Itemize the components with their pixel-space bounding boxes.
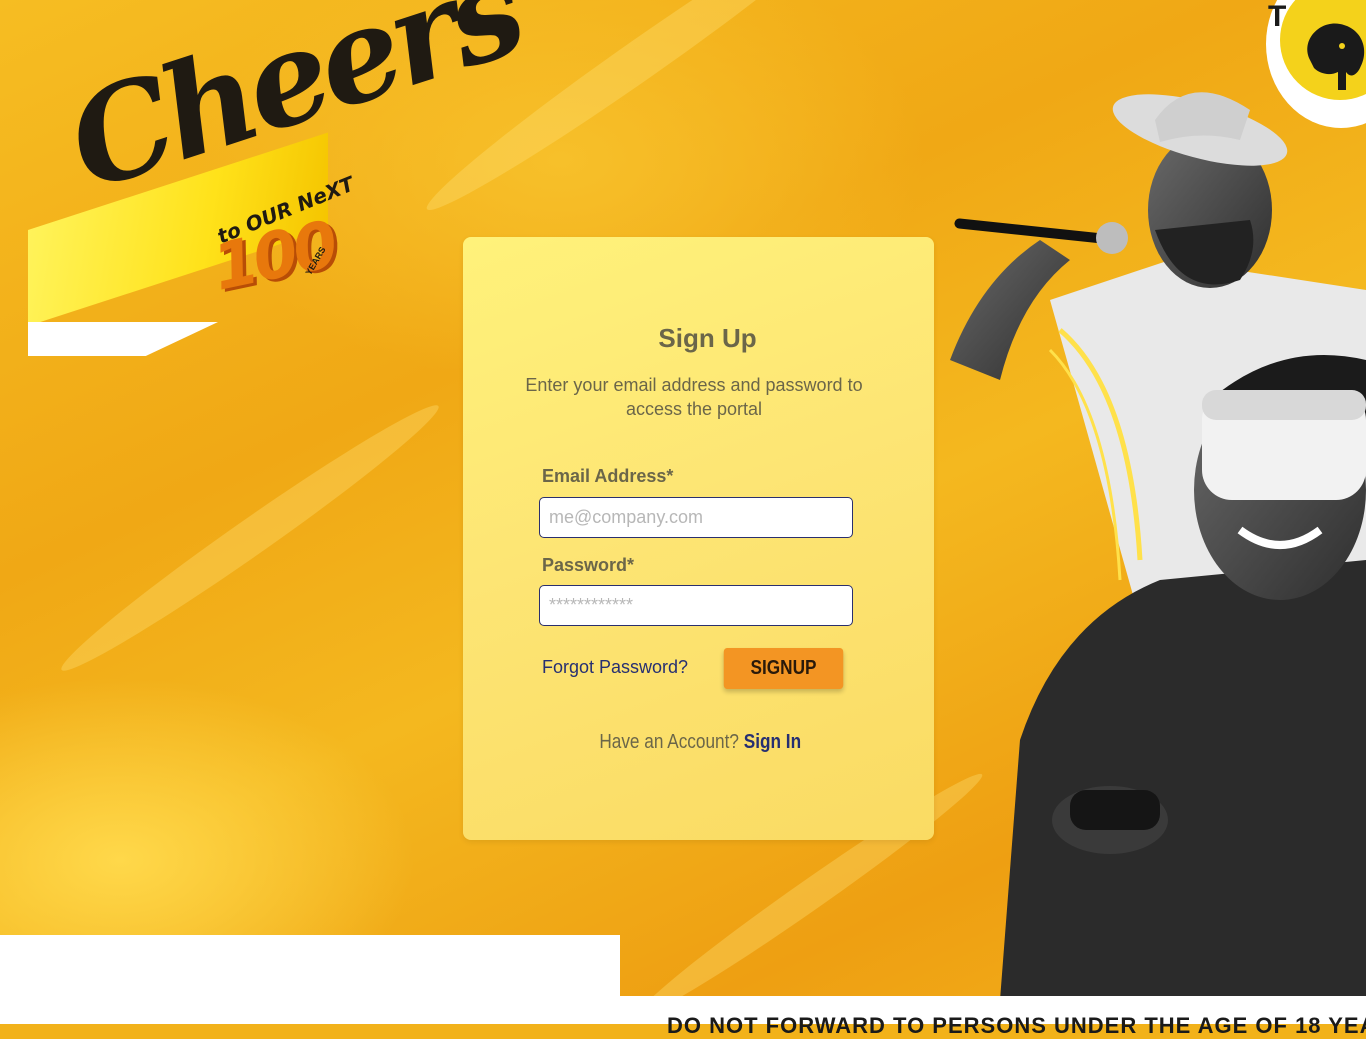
age-warning: DO NOT FORWARD TO PERSONS UNDER THE AGE … [667,1013,1366,1038]
signup-button[interactable]: SIGNUP [723,648,844,689]
have-account-row: Have an Account? Sign In [496,731,901,754]
signin-link[interactable]: Sign In [744,731,801,753]
footer-white-left [0,935,620,1024]
forgot-password-link[interactable]: Forgot Password? [542,657,688,678]
signup-card: Sign Up Enter your email address and pas… [463,237,934,840]
page-title: Sign Up [658,323,757,353]
password-label: Password* [542,555,635,575]
logo-white-bar [28,322,218,356]
email-field[interactable] [539,497,853,538]
page-subtitle: Enter your email address and password to… [525,375,863,419]
email-label: Email Address* [542,466,674,486]
people-illustration [950,92,1366,1000]
password-field[interactable] [539,585,853,626]
brand-logo: Cheers to OUR NeXT 100 YEARS [28,0,537,360]
have-account-text: Have an Account? [599,731,739,753]
